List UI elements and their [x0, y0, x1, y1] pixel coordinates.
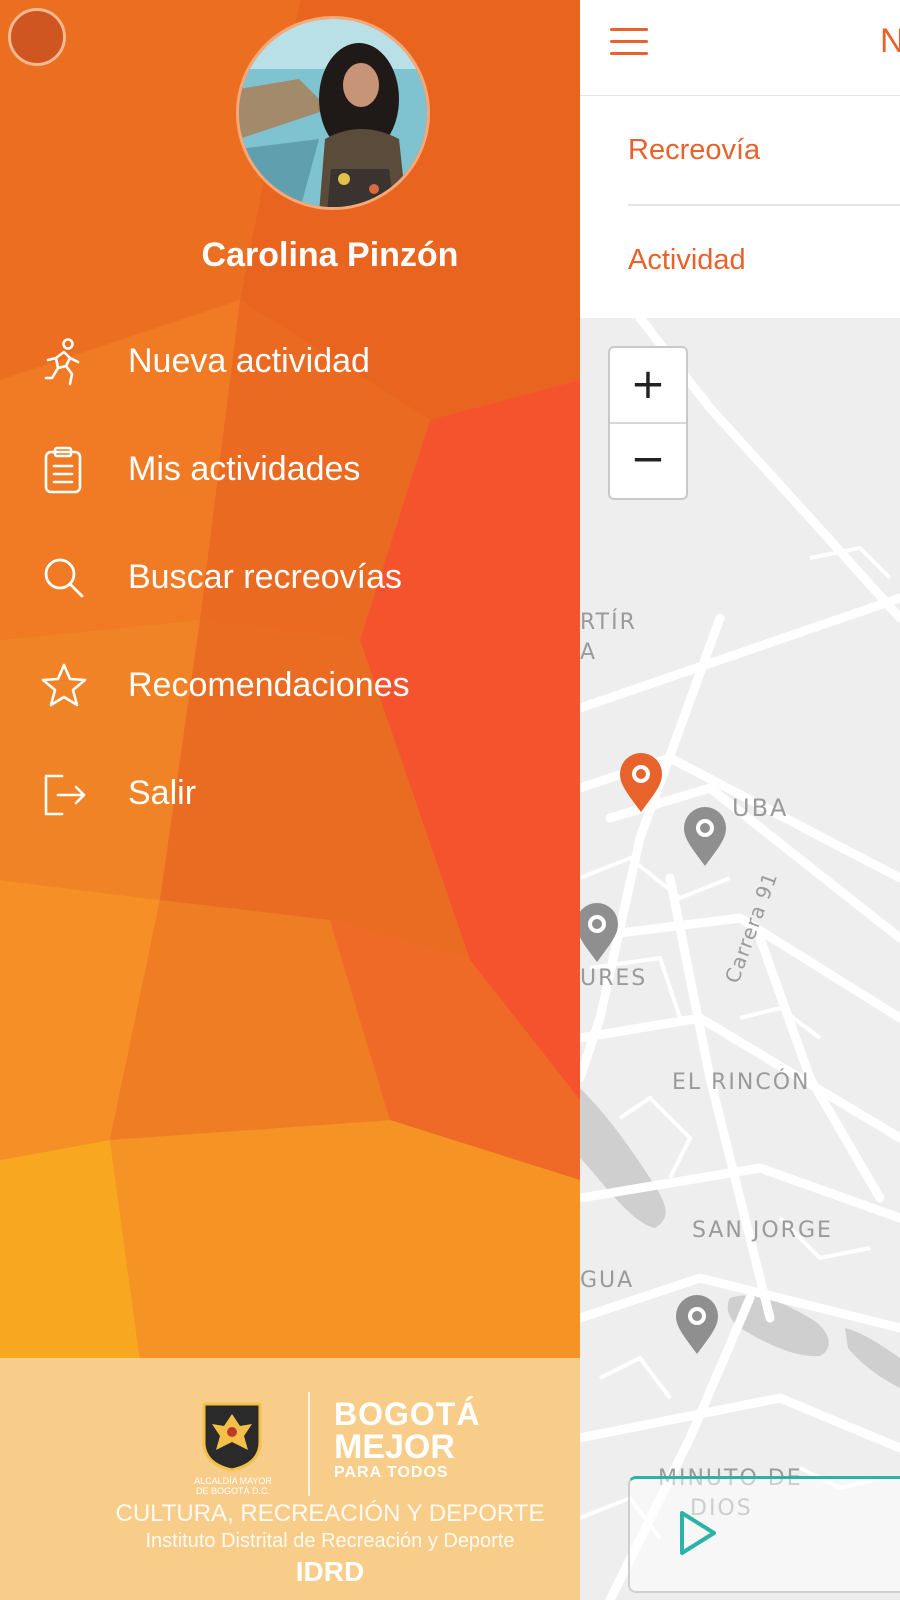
avatar-photo — [239, 19, 427, 207]
star-icon — [41, 663, 87, 707]
menu-item-label: Mis actividades — [128, 450, 361, 488]
map-label: EL RINCÓN — [672, 1070, 811, 1095]
map-label: GUA — [580, 1268, 635, 1293]
bogota-seal-icon — [202, 1402, 262, 1472]
map-view[interactable]: RTÍR A UBA URES Carrera 91 EL RINCÓN SAN… — [580, 318, 900, 1600]
user-name: Carolina Pinzón — [201, 236, 459, 274]
menu-item-nueva-actividad[interactable]: Nueva actividad — [38, 324, 558, 404]
status-indicator[interactable] — [8, 8, 66, 66]
runner-icon — [44, 338, 80, 386]
seal-caption: ALCALDÍA MAYOR DE BOGOTÁ D.C. — [176, 1476, 290, 1496]
menu-item-label: Salir — [128, 774, 197, 812]
top-app-bar: N — [580, 0, 900, 96]
logout-icon — [44, 774, 86, 816]
logo-line: PARA TODOS — [334, 1464, 449, 1481]
filter-actividad[interactable]: Actividad — [628, 206, 900, 314]
zoom-out-button[interactable]: − — [610, 423, 686, 497]
logo-line: BOGOTÁ — [334, 1396, 481, 1432]
menu-item-buscar-recreovias[interactable]: Buscar recreovías — [38, 540, 558, 620]
clipboard-icon — [44, 446, 82, 494]
avatar[interactable] — [236, 16, 430, 210]
map-label: A — [580, 640, 598, 665]
map-zoom-control: + − — [608, 346, 688, 500]
drawer-footer: ALCALDÍA MAYOR DE BOGOTÁ D.C. BOGOTÁ MEJ… — [0, 1358, 580, 1600]
play-card — [628, 1476, 900, 1593]
hamburger-menu-icon[interactable] — [610, 24, 648, 58]
search-icon — [44, 558, 84, 598]
navigation-drawer: Carolina Pinzón Nueva actividad Mis acti… — [0, 0, 580, 1600]
menu-item-label: Recomendaciones — [128, 666, 410, 704]
bogota-mejor-logo: BOGOTÁ MEJOR PARA TODOS — [334, 1398, 480, 1482]
menu-item-recomendaciones[interactable]: Recomendaciones — [38, 648, 558, 728]
seal-caption-line: ALCALDÍA MAYOR — [194, 1476, 272, 1486]
menu-item-label: Nueva actividad — [128, 342, 370, 380]
menu-item-mis-actividades[interactable]: Mis actividades — [38, 432, 558, 512]
institution-short-name: IDRD — [295, 1556, 365, 1587]
institution-line: CULTURA, RECREACIÓN Y DEPORTE — [115, 1500, 545, 1527]
map-label: URES — [580, 966, 648, 991]
menu-item-salir[interactable]: Salir — [38, 756, 558, 836]
zoom-in-button[interactable]: + — [610, 348, 686, 424]
header-title: N — [880, 22, 900, 60]
logo-divider — [308, 1392, 310, 1496]
seal-caption-line: DE BOGOTÁ D.C. — [195, 1486, 270, 1496]
map-label: RTÍR — [580, 610, 637, 635]
map-pin-icon[interactable] — [674, 1294, 720, 1361]
map-pin-icon[interactable] — [574, 902, 620, 969]
map-pin-icon[interactable] — [682, 806, 728, 873]
menu-item-label: Buscar recreovías — [128, 558, 402, 596]
map-label: SAN JORGE — [692, 1218, 833, 1243]
filter-recreovia[interactable]: Recreovía — [628, 96, 900, 206]
play-icon[interactable] — [676, 1509, 720, 1557]
logo-line: MEJOR — [334, 1428, 455, 1466]
filter-panel: Recreovía Actividad — [580, 96, 900, 318]
map-pin-active-icon[interactable] — [618, 752, 664, 819]
footer-logos: ALCALDÍA MAYOR DE BOGOTÁ D.C. BOGOTÁ MEJ… — [0, 1378, 580, 1496]
map-label: UBA — [732, 794, 789, 822]
institution-name: Instituto Distrital de Recreación y Depo… — [145, 1530, 515, 1552]
